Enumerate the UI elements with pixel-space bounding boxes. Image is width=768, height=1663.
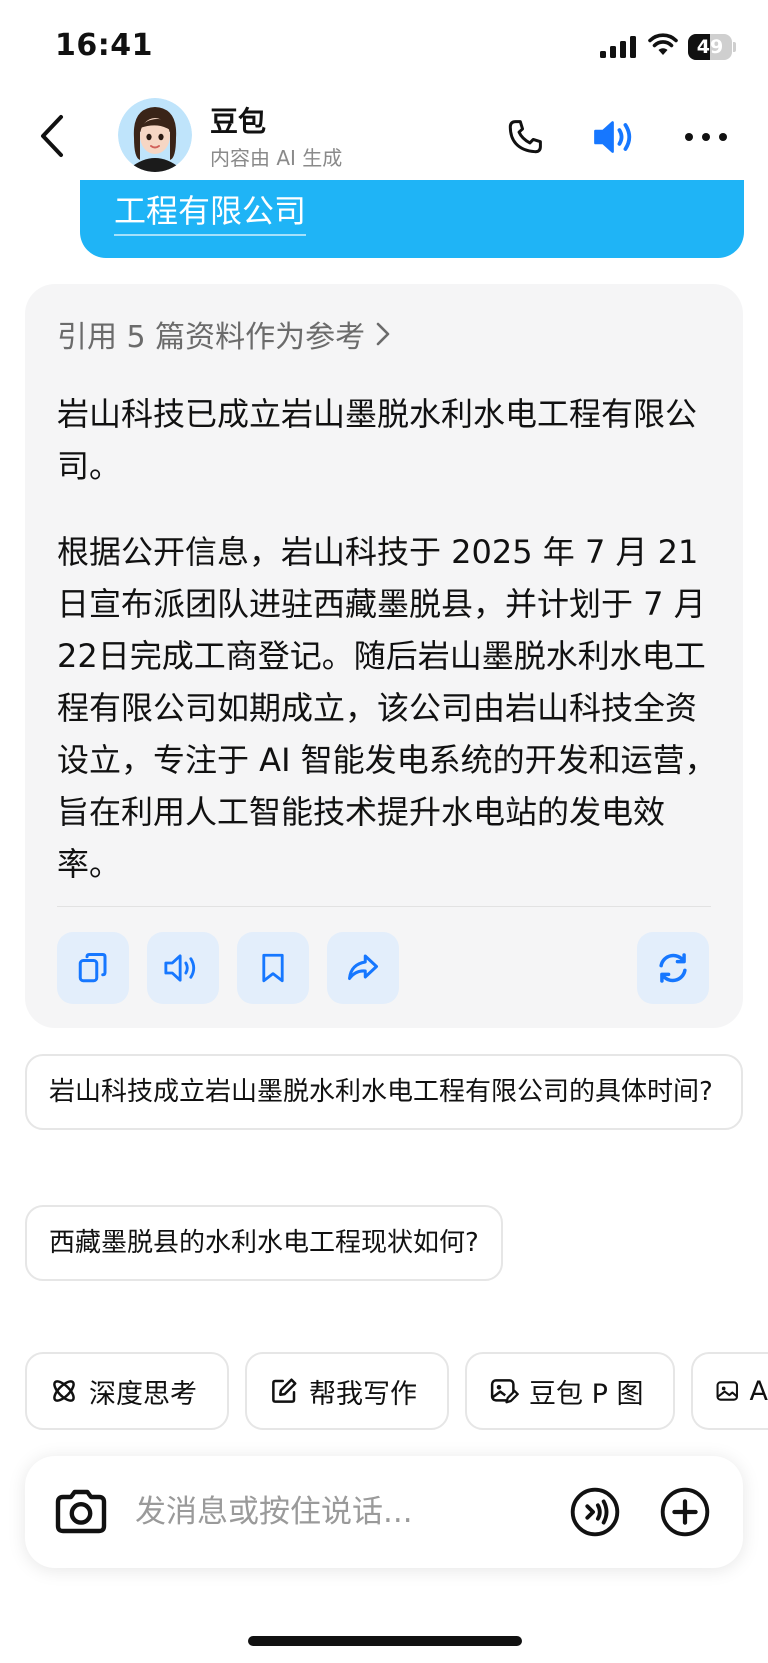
share-button[interactable] xyxy=(327,932,399,1004)
answer-paragraph-1: 岩山科技已成立岩山墨脱水利水电工程有限公司。 xyxy=(57,395,698,485)
home-indicator xyxy=(248,1636,522,1646)
read-aloud-toggle[interactable] xyxy=(588,112,644,162)
message-input[interactable] xyxy=(135,1486,555,1538)
avatar[interactable] xyxy=(118,98,192,172)
read-aloud-button[interactable] xyxy=(147,932,219,1004)
suggested-question-1[interactable]: 岩山科技成立岩山墨脱水利水电工程有限公司的具体时间? xyxy=(25,1054,743,1130)
user-message-text: 工程有限公司 xyxy=(114,186,307,236)
speaker-icon xyxy=(594,121,632,153)
answer-paragraph-2: 根据公开信息，岩山科技于 2025 年 7 月 21 日宣布派团队进驻西藏墨脱县… xyxy=(57,533,717,883)
status-bar: 16:41 49 xyxy=(0,0,768,92)
image-edit-icon xyxy=(490,1379,519,1404)
references-link[interactable]: 引用 5 篇资料作为参考 xyxy=(57,312,391,356)
cellular-signal-icon xyxy=(600,36,636,58)
share-icon xyxy=(348,954,378,980)
regenerate-icon xyxy=(659,953,687,983)
copy-button[interactable] xyxy=(57,932,129,1004)
more-icon xyxy=(685,133,727,141)
tool-label: 深度思考 xyxy=(89,1378,197,1410)
voice-icon xyxy=(570,1487,620,1537)
voice-call-button[interactable] xyxy=(500,112,550,162)
edit-icon xyxy=(272,1378,297,1403)
tool-write[interactable]: 帮我写作 xyxy=(245,1352,449,1430)
camera-button[interactable] xyxy=(53,1484,109,1540)
bookmark-icon xyxy=(262,953,284,983)
plus-circle-icon xyxy=(660,1487,710,1537)
image-icon xyxy=(716,1381,738,1401)
status-time: 16:41 xyxy=(55,28,153,63)
message-composer xyxy=(25,1456,743,1568)
tool-deep-think[interactable]: 深度思考 xyxy=(25,1352,229,1430)
chat-screen: 16:41 49 工程有限公司 豆包 内容由 AI 生成 引用 5 篇资料作为参… xyxy=(0,0,768,1663)
regenerate-button[interactable] xyxy=(637,932,709,1004)
battery-percent: 49 xyxy=(696,36,724,58)
answer-card: 引用 5 篇资料作为参考 岩山科技已成立岩山墨脱水利水电工程有限公司。 根据公开… xyxy=(25,284,743,1028)
chevron-left-icon xyxy=(41,115,63,157)
tool-label: 豆包 P 图 xyxy=(529,1378,644,1410)
tool-image-edit[interactable]: 豆包 P 图 xyxy=(465,1352,675,1430)
suggested-question-2[interactable]: 西藏墨脱县的水利水电工程现状如何? xyxy=(25,1205,503,1281)
bot-name: 豆包 xyxy=(210,105,267,138)
speaker-icon xyxy=(164,954,196,982)
tool-image-more[interactable]: A xyxy=(691,1352,768,1430)
ai-generated-note: 内容由 AI 生成 xyxy=(210,146,343,170)
copy-icon xyxy=(78,953,107,983)
divider xyxy=(57,906,711,907)
voice-input-button[interactable] xyxy=(569,1486,621,1538)
phone-icon xyxy=(508,120,542,154)
chevron-right-icon xyxy=(376,322,390,346)
tool-label: 帮我写作 xyxy=(309,1378,417,1410)
bookmark-button[interactable] xyxy=(237,932,309,1004)
chat-header: 豆包 内容由 AI 生成 xyxy=(0,92,768,180)
references-label: 引用 5 篇资料作为参考 xyxy=(57,320,366,355)
battery-indicator: 49 xyxy=(688,34,736,60)
wifi-icon xyxy=(648,33,678,55)
more-attachments-button[interactable] xyxy=(659,1486,711,1538)
camera-icon xyxy=(55,1489,107,1534)
more-button[interactable] xyxy=(680,112,732,162)
deep-think-icon xyxy=(53,1380,75,1402)
tool-label: A xyxy=(749,1375,768,1407)
back-button[interactable] xyxy=(30,110,74,162)
